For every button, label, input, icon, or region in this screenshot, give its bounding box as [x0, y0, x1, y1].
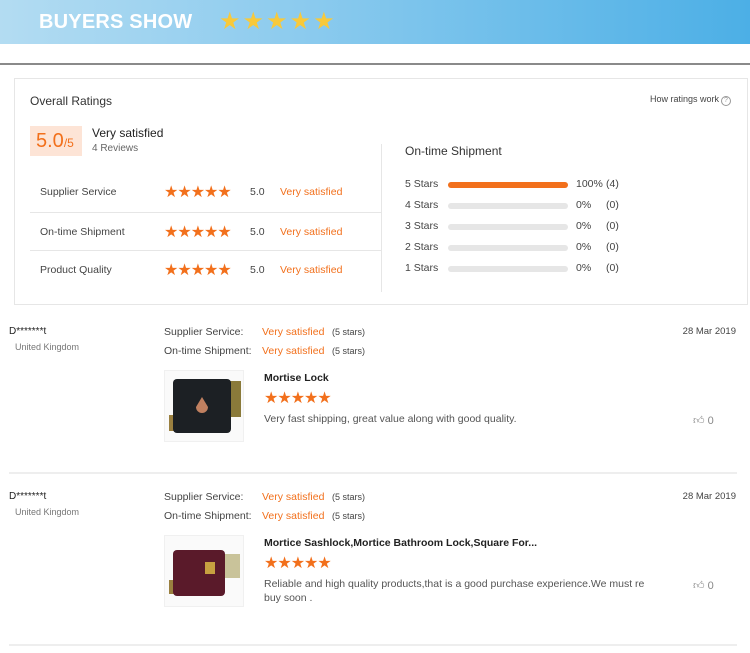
review-date: 28 Mar 2019: [682, 491, 736, 502]
divider: [9, 472, 737, 474]
stars-icon: ★★★★★: [164, 184, 232, 201]
overall-score: 5.0/5: [30, 126, 82, 156]
rating-score: 5.0: [250, 186, 265, 198]
rating-text: Very satisfied: [280, 186, 343, 198]
how-ratings-work-label: How ratings work: [649, 94, 719, 104]
stars-icon: ★★★★★: [264, 555, 332, 572]
count-label: (0): [606, 199, 619, 211]
review-count: 4 Reviews: [92, 143, 139, 154]
how-ratings-work-link[interactable]: How ratings work?: [650, 94, 731, 106]
progress-bar: [448, 266, 568, 272]
thumbs-up-icon: 👍︎: [693, 580, 705, 592]
rating-label: On-time Shipment: [40, 226, 125, 238]
supplier-service-value: Very satisfied: [262, 326, 325, 338]
rating-row-supplier-service[interactable]: Supplier Service ★★★★★ 5.0 Very satisfie…: [30, 173, 382, 212]
product-name[interactable]: Mortise Lock: [264, 372, 329, 384]
progress-fill: [448, 182, 568, 188]
score-max: /5: [63, 136, 74, 150]
review-text: Very fast shipping, great value along wi…: [264, 413, 517, 425]
star-breakdown-row: 3 Stars 0% (0): [405, 220, 645, 234]
star-breakdown-row: 1 Stars 0% (0): [405, 262, 645, 276]
like-count: 0: [707, 415, 714, 427]
star-breakdown-row: 4 Stars 0% (0): [405, 199, 645, 213]
star-breakdown-row: 2 Stars 0% (0): [405, 241, 645, 255]
reviewer-name: D*******t: [9, 491, 47, 502]
rating-text: Very satisfied: [280, 226, 343, 238]
shipment-label: On-time Shipment:: [164, 345, 252, 357]
stars-icon: ★★★★★: [264, 390, 332, 407]
star-level-label: 1 Stars: [405, 262, 439, 274]
rating-score: 5.0: [250, 264, 265, 276]
overall-summary: Very satisfied: [92, 126, 164, 140]
reviewer-country: United Kingdom: [15, 507, 80, 517]
percent-label: 0%: [576, 262, 592, 274]
shipment-value: Very satisfied: [262, 510, 325, 522]
buyers-show-banner: BUYERS SHOW ★★★★★: [0, 0, 750, 44]
rating-text: Very satisfied: [280, 264, 343, 276]
overall-ratings-title: Overall Ratings: [30, 94, 113, 108]
star-breakdown-row: 5 Stars 100% (4): [405, 178, 645, 192]
rating-row-product-quality[interactable]: Product Quality ★★★★★ 5.0 Very satisfied: [30, 251, 382, 290]
percent-label: 0%: [576, 199, 592, 211]
supplier-service-stars: (5 stars): [332, 327, 366, 337]
percent-label: 0%: [576, 220, 592, 232]
product-name[interactable]: Mortice Sashlock,Mortice Bathroom Lock,S…: [264, 537, 537, 549]
shipment-stars: (5 stars): [332, 511, 366, 521]
product-thumbnail[interactable]: [164, 370, 244, 442]
supplier-service-label: Supplier Service:: [164, 326, 244, 338]
count-label: (0): [606, 262, 619, 274]
progress-bar: [448, 224, 568, 230]
score-value: 5.0: [36, 130, 64, 152]
star-level-label: 3 Stars: [405, 220, 439, 232]
breakdown-title: On-time Shipment: [405, 144, 502, 158]
review-item: D*******t United Kingdom Supplier Servic…: [0, 326, 750, 476]
rating-score: 5.0: [250, 226, 265, 238]
divider: [9, 644, 737, 646]
star-level-label: 2 Stars: [405, 241, 439, 253]
banner-title: BUYERS SHOW: [39, 11, 193, 33]
product-thumbnail[interactable]: [164, 535, 244, 607]
rating-label: Supplier Service: [40, 186, 117, 198]
supplier-service-value: Very satisfied: [262, 491, 325, 503]
review-date: 28 Mar 2019: [682, 326, 736, 337]
supplier-service-stars: (5 stars): [332, 492, 366, 502]
star-level-label: 4 Stars: [405, 199, 439, 211]
rating-row-on-time-shipment[interactable]: On-time Shipment ★★★★★ 5.0 Very satisfie…: [30, 212, 382, 251]
like-button[interactable]: 👍︎ 0: [693, 414, 714, 427]
count-label: (0): [606, 220, 619, 232]
reviewer-name: D*******t: [9, 326, 47, 337]
stars-icon: ★★★★★: [164, 224, 232, 241]
progress-bar: [448, 182, 568, 188]
divider: [0, 63, 750, 65]
thumbs-up-icon: 👍︎: [693, 415, 705, 427]
progress-bar: [448, 245, 568, 251]
supplier-service-label: Supplier Service:: [164, 491, 244, 503]
shipment-stars: (5 stars): [332, 346, 366, 356]
review-text: Reliable and high quality products,that …: [264, 578, 645, 604]
progress-bar: [448, 203, 568, 209]
shipment-value: Very satisfied: [262, 345, 325, 357]
count-label: (4): [606, 178, 619, 190]
reviewer-country: United Kingdom: [15, 342, 80, 352]
shipment-label: On-time Shipment:: [164, 510, 252, 522]
like-button[interactable]: 👍︎ 0: [693, 579, 714, 592]
percent-label: 100%: [576, 178, 603, 190]
stars-icon: ★★★★★: [164, 262, 232, 279]
percent-label: 0%: [576, 241, 592, 253]
rating-label: Product Quality: [40, 264, 112, 276]
count-label: (0): [606, 241, 619, 253]
overall-ratings-card: Overall Ratings How ratings work? 5.0/5 …: [14, 78, 748, 305]
review-item: D*******t United Kingdom Supplier Servic…: [0, 491, 750, 641]
star-level-label: 5 Stars: [405, 178, 439, 190]
like-count: 0: [707, 580, 714, 592]
help-icon: ?: [721, 96, 731, 106]
banner-stars-icon: ★★★★★: [219, 8, 337, 35]
